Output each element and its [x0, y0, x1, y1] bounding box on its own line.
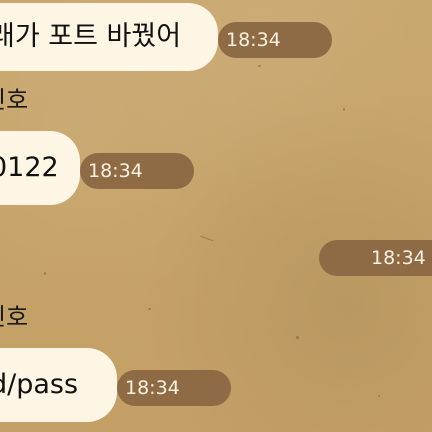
- sender-name: 민호: [0, 86, 29, 114]
- message-time: 18:34: [319, 240, 432, 276]
- paper-speck: [44, 272, 46, 275]
- message-text: 래가 포트 바꿨어: [0, 21, 182, 52]
- message-text: d/pass: [0, 369, 79, 400]
- message-time: 18:34: [218, 22, 332, 58]
- message-text: 0122: [0, 152, 59, 183]
- sender-name: 민호: [0, 303, 29, 331]
- message-time: 18:34: [117, 370, 231, 406]
- message-bubble[interactable]: d/pass: [0, 348, 117, 422]
- message-bubble[interactable]: 0122: [0, 131, 80, 205]
- paper-speck: [148, 308, 151, 310]
- paper-speck: [296, 336, 299, 339]
- paper-speck: [343, 108, 345, 111]
- message-bubble[interactable]: 래가 포트 바꿨어: [0, 3, 218, 71]
- message-time: 18:34: [80, 153, 194, 189]
- paper-speck: [258, 65, 261, 67]
- paper-speck: [378, 395, 380, 397]
